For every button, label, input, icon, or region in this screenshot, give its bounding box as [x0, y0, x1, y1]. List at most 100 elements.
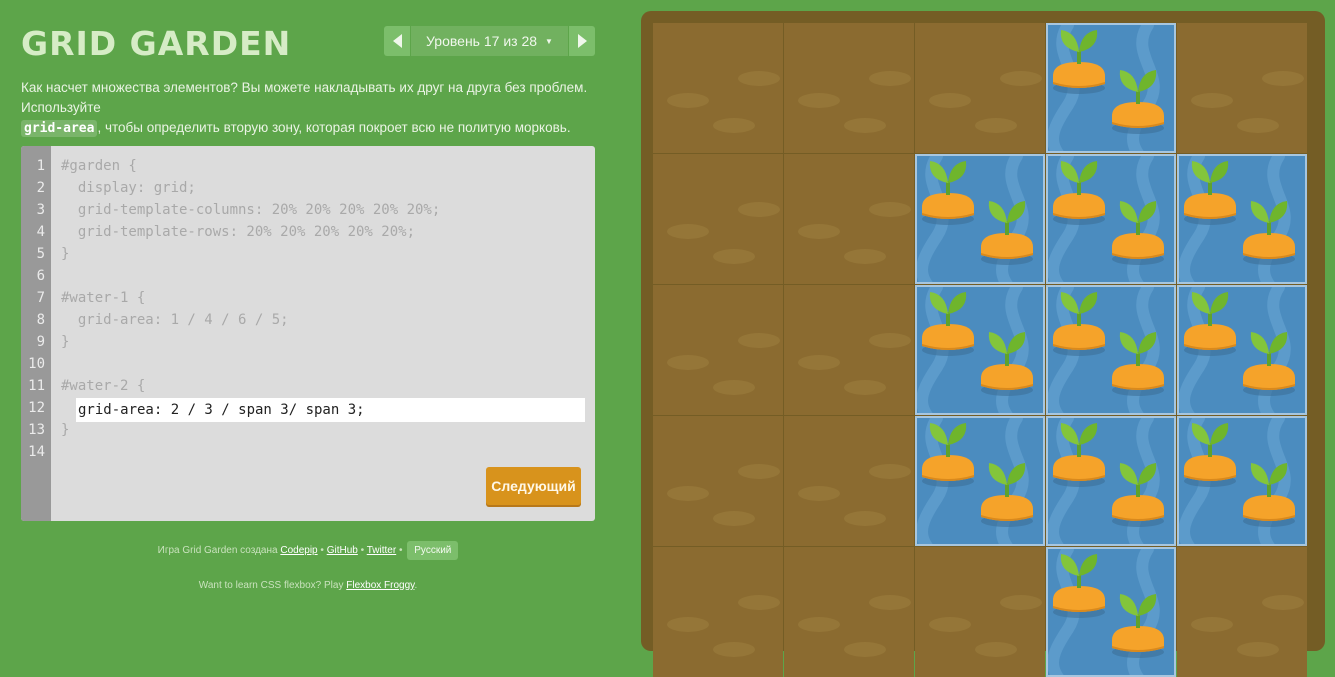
next-button[interactable]: Следующий [486, 467, 581, 505]
line-number: 1 [36, 158, 45, 174]
carrot-icon [981, 201, 1033, 265]
soil-clod [869, 333, 911, 348]
line-number: 8 [36, 312, 45, 328]
soil-clod [667, 486, 709, 501]
carrot-part [1119, 594, 1138, 616]
soil-clod [929, 93, 971, 108]
carrot-icon [1053, 554, 1105, 618]
triangle-left-icon [392, 34, 402, 48]
soil-clod [713, 249, 755, 264]
carrot-icon [1112, 70, 1164, 134]
carrot-part [1079, 161, 1098, 183]
carrot-part [1119, 332, 1138, 354]
line-number: 14 [28, 444, 45, 460]
soil-clod [713, 118, 755, 133]
carrot-part [929, 161, 948, 183]
level-label: Уровень 17 из 28 [426, 33, 538, 49]
carrot-icon [922, 161, 974, 225]
credits: Игра Grid Garden создана Codepip • GitHu… [21, 541, 595, 560]
carrot-icon [1112, 201, 1164, 265]
soil-clod [713, 511, 755, 526]
garden-board [641, 11, 1325, 677]
next-level-button[interactable] [569, 26, 595, 56]
soil-clod [869, 595, 911, 610]
carrot-part [1007, 463, 1026, 485]
carrot-icon [1053, 423, 1105, 487]
carrot-part [1007, 332, 1026, 354]
soil-cell [653, 285, 783, 415]
line-number: 12 [28, 400, 45, 416]
soil-clod [798, 224, 840, 239]
instructions: Как насчет множества элементов? Вы может… [21, 78, 595, 139]
previous-level-button[interactable] [384, 26, 410, 56]
promo-suffix: . [414, 580, 418, 591]
credit-prefix: Игра Grid Garden создана [157, 545, 278, 556]
instructions-text-continued: , чтобы определить вторую зону, которая … [97, 120, 571, 135]
carrot-part [1250, 463, 1269, 485]
line-number: 5 [36, 246, 45, 262]
carrot-part [1250, 332, 1269, 354]
carrot-icon [981, 463, 1033, 527]
carrot-icon [1243, 463, 1295, 527]
carrot-part [1138, 70, 1157, 92]
carrot-part [1210, 161, 1229, 183]
carrot-part [1079, 292, 1098, 314]
carrot-part [1191, 292, 1210, 314]
language-button[interactable]: Русский [407, 541, 459, 560]
carrot-icon [1243, 332, 1295, 396]
carrot-icon [1112, 594, 1164, 658]
carrot-part [1250, 201, 1269, 223]
carrot-icon [1184, 292, 1236, 356]
twitter-link[interactable]: Twitter [367, 545, 396, 556]
promo: Want to learn CSS flexbox? Play Flexbox … [21, 580, 595, 591]
soil-clod [667, 224, 709, 239]
soil-clod [1262, 595, 1304, 610]
github-link[interactable]: GitHub [327, 545, 358, 556]
carrot-icon [1053, 292, 1105, 356]
carrot-icon [1053, 30, 1105, 94]
line-number-gutter: 1 2 3 4 5 6 7 8 9 10 11 12 13 14 [21, 146, 51, 521]
code-line: grid-template-columns: 20% 20% 20% 20% 2… [61, 202, 441, 218]
carrot-part [1119, 201, 1138, 223]
soil-cell [784, 547, 914, 677]
carrot-part [1119, 70, 1138, 92]
carrot-icon [981, 332, 1033, 396]
carrot-part [929, 423, 948, 445]
css-code-input[interactable] [76, 398, 585, 422]
level-indicator-dropdown[interactable]: Уровень 17 из 28 ▼ [411, 26, 568, 56]
flexbox-froggy-link[interactable]: Flexbox Froggy [346, 580, 414, 591]
soil-cell [784, 23, 914, 153]
code-line: #water-2 { [61, 378, 146, 394]
soil-clod [1000, 595, 1042, 610]
carrot-part [948, 423, 967, 445]
carrot-part [1060, 423, 1079, 445]
carrot-part [1191, 423, 1210, 445]
separator: • [398, 545, 403, 556]
separator: • [320, 545, 324, 556]
carrot-part [1210, 423, 1229, 445]
code-line: grid-area: 1 / 4 / 6 / 5; [61, 312, 289, 328]
soil-clod [844, 249, 886, 264]
line-number: 4 [36, 224, 45, 240]
line-number: 10 [28, 356, 45, 372]
carrot-part [1079, 554, 1098, 576]
carrot-icon [1243, 201, 1295, 265]
carrot-part [1269, 332, 1288, 354]
codepip-link[interactable]: Codepip [280, 545, 317, 556]
carrot-part [1138, 463, 1157, 485]
soil-clod [1237, 118, 1279, 133]
soil-cell [784, 154, 914, 284]
soil-cell [1177, 547, 1307, 677]
soil-cell [653, 154, 783, 284]
carrot-part [1007, 201, 1026, 223]
carrot-icon [922, 423, 974, 487]
carrot-part [948, 161, 967, 183]
soil-clod [667, 93, 709, 108]
carrot-part [988, 201, 1007, 223]
soil-cell [653, 23, 783, 153]
soil-clod [738, 464, 780, 479]
carrot-part [1138, 332, 1157, 354]
soil-cell [915, 547, 1045, 677]
soil-clod [798, 355, 840, 370]
soil-clod [1237, 642, 1279, 657]
